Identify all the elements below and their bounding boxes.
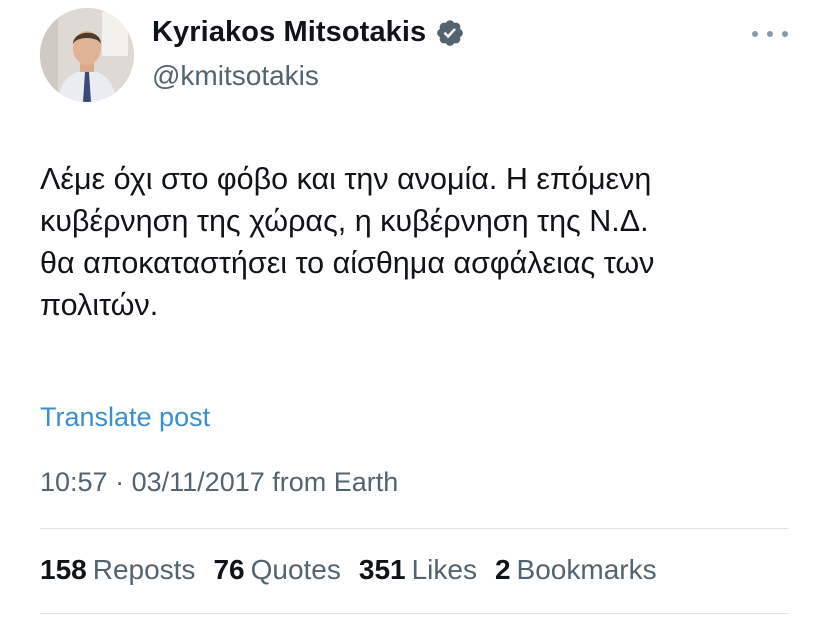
reposts-label: Reposts <box>92 554 196 585</box>
author-avatar[interactable] <box>40 8 134 102</box>
likes-stat[interactable]: 351 Likes <box>359 554 477 586</box>
author-display-name[interactable]: Kyriakos Mitsotakis <box>152 16 465 49</box>
tweet-text: Λέμε όχι στο φόβο και την ανομία. Η επόμ… <box>40 158 800 326</box>
divider <box>40 528 788 529</box>
likes-label: Likes <box>411 554 477 585</box>
more-options-icon[interactable] <box>752 22 788 46</box>
display-name-text: Kyriakos Mitsotakis <box>152 16 427 48</box>
tweet-metadata: 10:57 · 03/11/2017 from Earth <box>40 467 398 498</box>
reposts-stat[interactable]: 158 Reposts <box>40 554 195 586</box>
quotes-stat[interactable]: 76 Quotes <box>213 554 340 586</box>
divider <box>40 613 788 614</box>
tweet-date[interactable]: 03/11/2017 <box>132 467 265 497</box>
more-dot <box>767 31 773 37</box>
tweet-time[interactable]: 10:57 <box>40 467 108 497</box>
quotes-label: Quotes <box>250 554 341 585</box>
tweet-text-line: κυβέρνηση της χώρας, η κυβέρνηση της Ν.Δ… <box>40 204 649 238</box>
bookmarks-count: 2 <box>494 554 511 585</box>
bookmarks-label: Bookmarks <box>516 554 657 585</box>
more-dot <box>782 31 788 37</box>
reposts-count: 158 <box>40 554 87 585</box>
engagement-stats: 158 Reposts 76 Quotes 351 Likes 2 Bookmarks <box>40 554 657 586</box>
avatar-photo <box>40 8 134 102</box>
quotes-count: 76 <box>213 554 245 585</box>
author-handle[interactable]: @kmitsotakis <box>152 60 319 92</box>
tweet-text-line: πολιτών. <box>40 288 159 322</box>
tweet-text-line: Λέμε όχι στο φόβο και την ανομία. Η επόμ… <box>40 162 652 196</box>
bookmarks-stat[interactable]: 2 Bookmarks <box>495 554 657 586</box>
more-dot <box>752 31 758 37</box>
translate-post-link[interactable]: Translate post <box>40 402 210 433</box>
tweet-text-line: θα αποκαταστήσει το αίσθημα ασφάλειας τω… <box>40 246 655 280</box>
tweet-source: from Earth <box>272 467 399 497</box>
likes-count: 351 <box>358 554 406 585</box>
meta-separator: · <box>115 467 125 497</box>
verified-badge-icon <box>435 18 465 48</box>
